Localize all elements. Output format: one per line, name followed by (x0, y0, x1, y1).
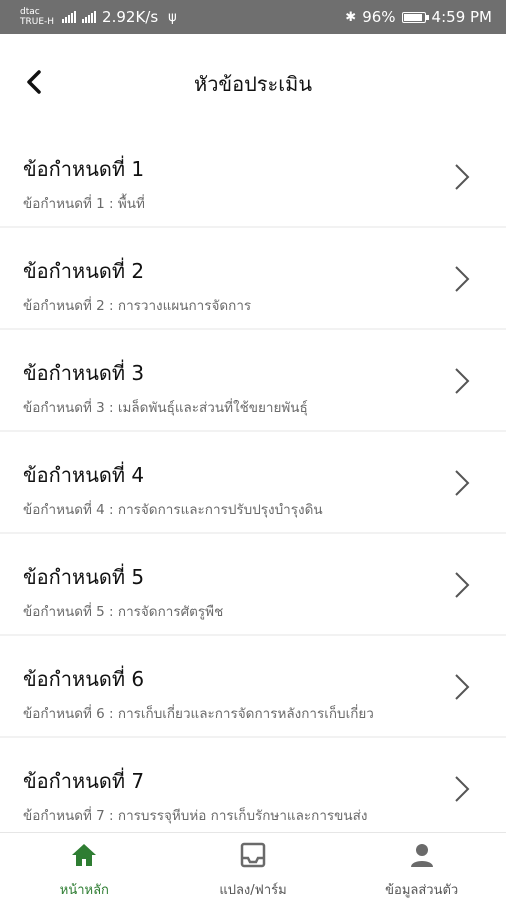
item-title: ข้อกำหนดที่ 3 (23, 361, 145, 385)
header: หัวข้อประเมิน (0, 34, 506, 126)
battery-percent: 96% (362, 8, 396, 26)
home-icon (72, 844, 97, 866)
usb-icon: ψ (168, 9, 177, 25)
signal-4g-icon (82, 11, 97, 23)
item-subtitle: ข้อกำหนดที่ 6 : การเก็บเกี่ยวและการจัดกา… (23, 706, 374, 722)
item-title: ข้อกำหนดที่ 6 (23, 667, 145, 691)
item-subtitle: ข้อกำหนดที่ 3 : เมล็ดพันธุ์และส่วนที่ใช้… (23, 400, 308, 416)
nav-home-label: หน้าหลัก (59, 883, 109, 898)
chevron-right-icon (455, 776, 470, 802)
page-title: หัวข้อประเมิน (194, 72, 312, 96)
list-item[interactable]: ข้อกำหนดที่ 3 ข้อกำหนดที่ 3 : เมล็ดพันธุ… (0, 330, 506, 430)
list-item[interactable]: ข้อกำหนดที่ 5 ข้อกำหนดที่ 5 : การจัดการศ… (0, 534, 506, 634)
item-subtitle: ข้อกำหนดที่ 2 : การวางแผนการจัดการ (23, 298, 252, 314)
list-item[interactable]: ข้อกำหนดที่ 2 ข้อกำหนดที่ 2 : การวางแผนก… (0, 228, 506, 328)
item-subtitle: ข้อกำหนดที่ 7 : การบรรจุหีบห่อ การเก็บรั… (23, 808, 368, 824)
status-bar: dtac TRUE-H 2.92K/s ψ ✱ 96% 4:59 PM (0, 0, 506, 34)
carrier-top: dtac (20, 7, 40, 17)
chevron-right-icon (455, 368, 470, 394)
carrier-info: dtac TRUE-H (20, 7, 54, 27)
chevron-right-icon (455, 674, 470, 700)
nav-profile[interactable]: ข้อมูลส่วนตัว (337, 833, 506, 901)
nav-home[interactable]: หน้าหลัก (0, 833, 169, 901)
chevron-right-icon (455, 470, 470, 496)
list-item[interactable]: ข้อกำหนดที่ 1 ข้อกำหนดที่ 1 : พื้นที่ (0, 126, 506, 226)
item-subtitle: ข้อกำหนดที่ 4 : การจัดการและการปรับปรุงบ… (23, 502, 323, 518)
chevron-right-icon (455, 266, 470, 292)
person-icon (410, 844, 433, 867)
item-title: ข้อกำหนดที่ 2 (23, 259, 145, 283)
signal-icon (62, 11, 77, 23)
clock: 4:59 PM (431, 8, 492, 26)
nav-plot[interactable]: แปลง/ฟาร์ม (169, 833, 338, 901)
item-title: ข้อกำหนดที่ 4 (23, 463, 145, 487)
bottom-nav: หน้าหลัก แปลง/ฟาร์ม ข้อมูลส่วนตัว (0, 832, 506, 901)
list-item[interactable]: ข้อกำหนดที่ 7 ข้อกำหนดที่ 7 : การบรรจุหี… (0, 738, 506, 838)
requirement-list: ข้อกำหนดที่ 1 ข้อกำหนดที่ 1 : พื้นที่ ข้… (0, 126, 506, 840)
nav-profile-label: ข้อมูลส่วนตัว (385, 883, 459, 898)
nav-plot-label: แปลง/ฟาร์ม (219, 883, 287, 898)
item-title: ข้อกำหนดที่ 5 (23, 565, 145, 589)
battery-icon (401, 11, 429, 23)
carrier-bottom: TRUE-H (20, 17, 55, 27)
item-subtitle: ข้อกำหนดที่ 5 : การจัดการศัตรูพืช (23, 604, 224, 620)
chevron-right-icon (455, 164, 470, 190)
list-item[interactable]: ข้อกำหนดที่ 6 ข้อกำหนดที่ 6 : การเก็บเกี… (0, 636, 506, 736)
network-speed: 2.92K/s (102, 8, 159, 26)
item-title: ข้อกำหนดที่ 1 (23, 157, 145, 181)
chevron-right-icon (455, 572, 470, 598)
item-subtitle: ข้อกำหนดที่ 1 : พื้นที่ (23, 196, 145, 212)
list-item[interactable]: ข้อกำหนดที่ 4 ข้อกำหนดที่ 4 : การจัดการแ… (0, 432, 506, 532)
item-title: ข้อกำหนดที่ 7 (23, 769, 145, 793)
inbox-icon (240, 842, 266, 868)
bluetooth-icon: ✱ (345, 9, 357, 25)
